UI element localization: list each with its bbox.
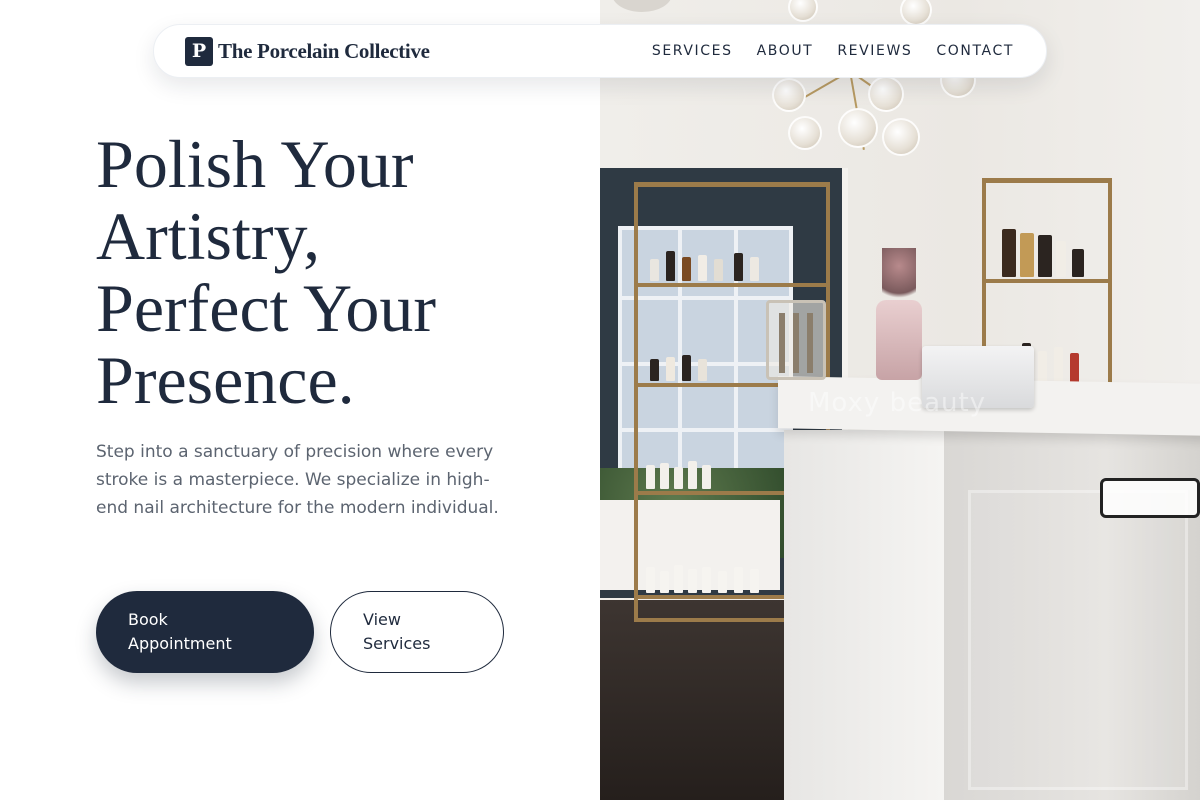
button-label-line: Services	[363, 634, 431, 653]
brand-logo[interactable]: P The Porcelain Collective	[185, 36, 430, 66]
brush-holder	[766, 300, 826, 380]
hero-headline: Polish Your Artistry, Perfect Your Prese…	[96, 128, 566, 416]
nav-link-services[interactable]: SERVICES	[652, 43, 733, 59]
top-navigation: P The Porcelain Collective SERVICES ABOU…	[153, 24, 1047, 78]
brand-monogram-icon: P	[185, 36, 213, 66]
button-label-line: Book	[128, 610, 168, 629]
hero-headline-line: Presence.	[96, 342, 355, 418]
photo-watermark: Moxy beauty	[808, 388, 987, 418]
brand-name: The Porcelain Collective	[218, 38, 430, 63]
flower-vase	[876, 300, 922, 380]
reception-counter	[778, 376, 1200, 800]
nav-link-reviews[interactable]: REVIEWS	[837, 43, 912, 59]
chandelier-bulb	[772, 78, 806, 112]
drawer-handle	[1100, 478, 1200, 518]
button-label-line: Appointment	[128, 634, 232, 653]
nav-link-about[interactable]: ABOUT	[757, 43, 814, 59]
nav-links: SERVICES ABOUT REVIEWS CONTACT	[652, 43, 1014, 59]
flower-arrangement	[882, 248, 916, 308]
nav-link-contact[interactable]: CONTACT	[936, 43, 1014, 59]
view-services-button[interactable]: View Services	[330, 591, 504, 673]
book-appointment-button[interactable]: Book Appointment	[96, 591, 314, 673]
salon-interior-photo: Moxy beauty	[600, 0, 1200, 800]
hero-description: Step into a sanctuary of precision where…	[96, 442, 499, 518]
hero-headline-line: Polish Your	[96, 126, 414, 202]
button-label-line: View	[363, 610, 401, 629]
hero-headline-line: Perfect Your	[96, 270, 436, 346]
hero-headline-line: Artistry,	[96, 198, 321, 274]
